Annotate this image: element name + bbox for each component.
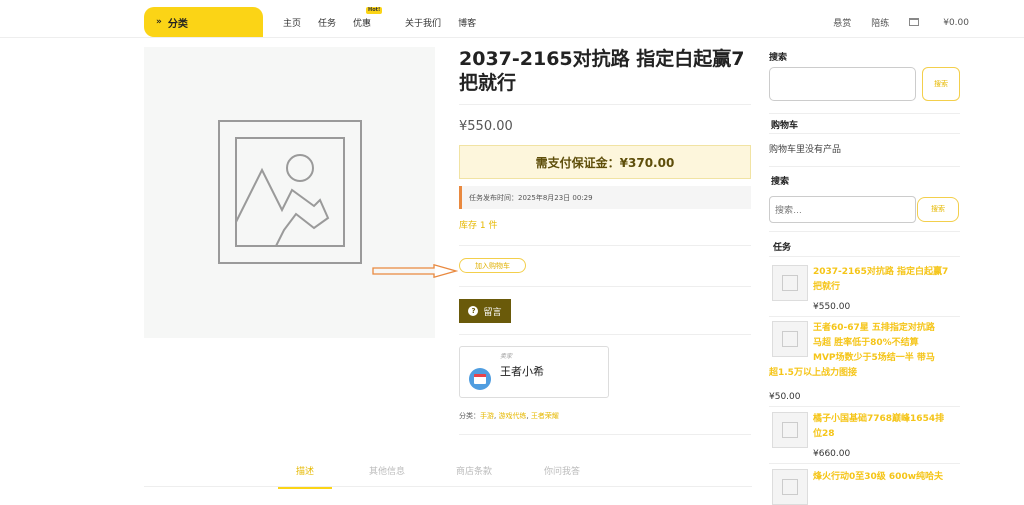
task-title[interactable]: 王者60-67星 五排指定对抗路 马超 胜率低于80%不结算 MVP场数少于5场… bbox=[769, 321, 964, 381]
divider bbox=[769, 113, 960, 114]
task-title-line: 烽火行动0至30级 600w纯哈夫 bbox=[813, 472, 944, 482]
task-title-line: MVP场数少于5场结一半 带马 bbox=[813, 353, 935, 363]
nav-item-blog[interactable]: 博客 bbox=[458, 16, 476, 29]
message-button-label: 留言 bbox=[483, 307, 502, 318]
divider bbox=[769, 256, 960, 257]
category-menu-button[interactable]: » 分类 bbox=[144, 7, 263, 37]
nav-item-coaching[interactable]: 陪练 bbox=[871, 16, 889, 29]
cart-empty-message: 购物车里没有产品 bbox=[769, 145, 842, 155]
divider bbox=[459, 286, 751, 287]
sidebar-tasks-heading: 任务 bbox=[773, 243, 792, 253]
category-link[interactable]: 王者荣耀 bbox=[531, 412, 559, 420]
add-to-cart-button[interactable]: 加入购物车 bbox=[459, 258, 526, 273]
cart-total: ¥0.00 bbox=[943, 17, 969, 28]
main-nav: 主页 任务 优惠 Hot! 关于我们 博客 bbox=[283, 7, 493, 29]
task-title[interactable]: 橘子小国基础7768巅峰1654排 位28 bbox=[813, 412, 944, 442]
task-thumbnail[interactable] bbox=[772, 469, 808, 505]
task-title[interactable]: 烽火行动0至30级 600w纯哈夫 bbox=[813, 470, 943, 485]
task-title-line: 橘子小国基础7768巅峰1654排 bbox=[813, 414, 945, 424]
store-name: 王者小希 bbox=[500, 365, 544, 378]
store-icon bbox=[469, 368, 491, 390]
divider bbox=[459, 104, 751, 105]
task-title[interactable]: 2037-2165对抗路 指定白起赢7 把就行 bbox=[813, 265, 948, 295]
chevron-double-right-icon: » bbox=[156, 17, 162, 27]
nav-item-home[interactable]: 主页 bbox=[283, 16, 301, 29]
task-thumbnail[interactable] bbox=[772, 412, 808, 448]
divider bbox=[769, 406, 960, 407]
cart-icon bbox=[909, 17, 920, 26]
categories-label: 分类： bbox=[459, 412, 480, 420]
task-thumbnail[interactable] bbox=[772, 265, 808, 301]
question-icon: ? bbox=[468, 306, 479, 316]
site-header: » 分类 主页 任务 优惠 Hot! 关于我们 博客 悬赏 陪练 ¥0.00 bbox=[0, 0, 1024, 38]
product-tabs: 描述 其他信息 商店条款 你问我答 bbox=[144, 462, 752, 489]
sidebar-search-button[interactable]: 搜索 bbox=[922, 67, 960, 101]
store-tag: 卖家 bbox=[500, 353, 513, 360]
divider bbox=[769, 463, 960, 464]
arrow-right-icon bbox=[372, 264, 458, 278]
sidebar-search-input[interactable] bbox=[769, 67, 916, 101]
tab-other-info[interactable]: 其他信息 bbox=[369, 464, 405, 477]
divider bbox=[769, 316, 960, 317]
nav-item-deals-label: 优惠 bbox=[353, 19, 372, 29]
task-price: ¥660.00 bbox=[813, 449, 851, 459]
product-title: 2037-2165对抗路 指定白起赢7把就行 bbox=[459, 48, 745, 94]
image-placeholder-icon bbox=[218, 120, 362, 264]
divider bbox=[459, 245, 751, 246]
category-link[interactable]: 手游 bbox=[480, 412, 494, 420]
sidebar-search2-button[interactable]: 搜索 bbox=[917, 197, 959, 222]
nav-item-about[interactable]: 关于我们 bbox=[405, 16, 441, 29]
task-price: ¥50.00 bbox=[769, 392, 801, 402]
divider bbox=[459, 334, 751, 335]
category-label: 分类 bbox=[167, 18, 188, 30]
sidebar-search-button-label: 搜索 bbox=[934, 79, 948, 88]
tab-description[interactable]: 描述 bbox=[278, 464, 333, 489]
product-price: ¥550.00 bbox=[459, 119, 513, 134]
task-title-line: 2037-2165对抗路 指定白起赢7 bbox=[813, 267, 949, 277]
task-title-line: 位28 bbox=[813, 429, 835, 439]
tab-store-terms[interactable]: 商店条款 bbox=[456, 464, 492, 477]
hot-badge: Hot! bbox=[366, 7, 383, 14]
task-price: ¥550.00 bbox=[813, 302, 851, 312]
nav-item-bounty[interactable]: 悬赏 bbox=[833, 16, 851, 29]
sidebar-search-heading: 搜索 bbox=[769, 53, 788, 63]
task-title-line: 超1.5万以上战力图接 bbox=[769, 368, 857, 378]
divider bbox=[769, 231, 960, 232]
category-link[interactable]: 游戏代练 bbox=[498, 412, 526, 420]
task-title-line: 王者60-67星 五排指定对抗路 bbox=[813, 323, 935, 333]
sidebar-cart-heading: 购物车 bbox=[771, 121, 799, 131]
header-right-links: 悬赏 陪练 ¥0.00 bbox=[813, 16, 969, 29]
message-button[interactable]: ? 留言 bbox=[459, 299, 511, 323]
stock-count: 库存 1 件 bbox=[459, 221, 498, 231]
task-title-line: 把就行 bbox=[813, 282, 841, 292]
nav-item-deals[interactable]: 优惠 Hot! bbox=[353, 7, 388, 29]
sidebar-search2-heading: 搜索 bbox=[771, 177, 790, 187]
product-image[interactable] bbox=[144, 47, 435, 338]
divider bbox=[459, 434, 751, 435]
deposit-notice: 需支付保证金：¥370.00 bbox=[459, 145, 751, 179]
divider bbox=[769, 166, 960, 167]
divider bbox=[769, 133, 960, 134]
tab-qa[interactable]: 你问我答 bbox=[544, 464, 580, 477]
product-categories: 分类：手游, 游戏代练, 王者荣耀 bbox=[459, 412, 559, 420]
header-cart[interactable]: ¥0.00 bbox=[909, 17, 969, 28]
store-card[interactable]: 卖家 王者小希 bbox=[459, 346, 609, 398]
task-title-line: 马超 胜率低于80%不结算 bbox=[813, 338, 919, 348]
publish-time: 任务发布时间：2025年8月23日 00:29 bbox=[459, 186, 751, 209]
sidebar-search2-input[interactable] bbox=[769, 196, 916, 223]
nav-item-tasks[interactable]: 任务 bbox=[318, 16, 336, 29]
